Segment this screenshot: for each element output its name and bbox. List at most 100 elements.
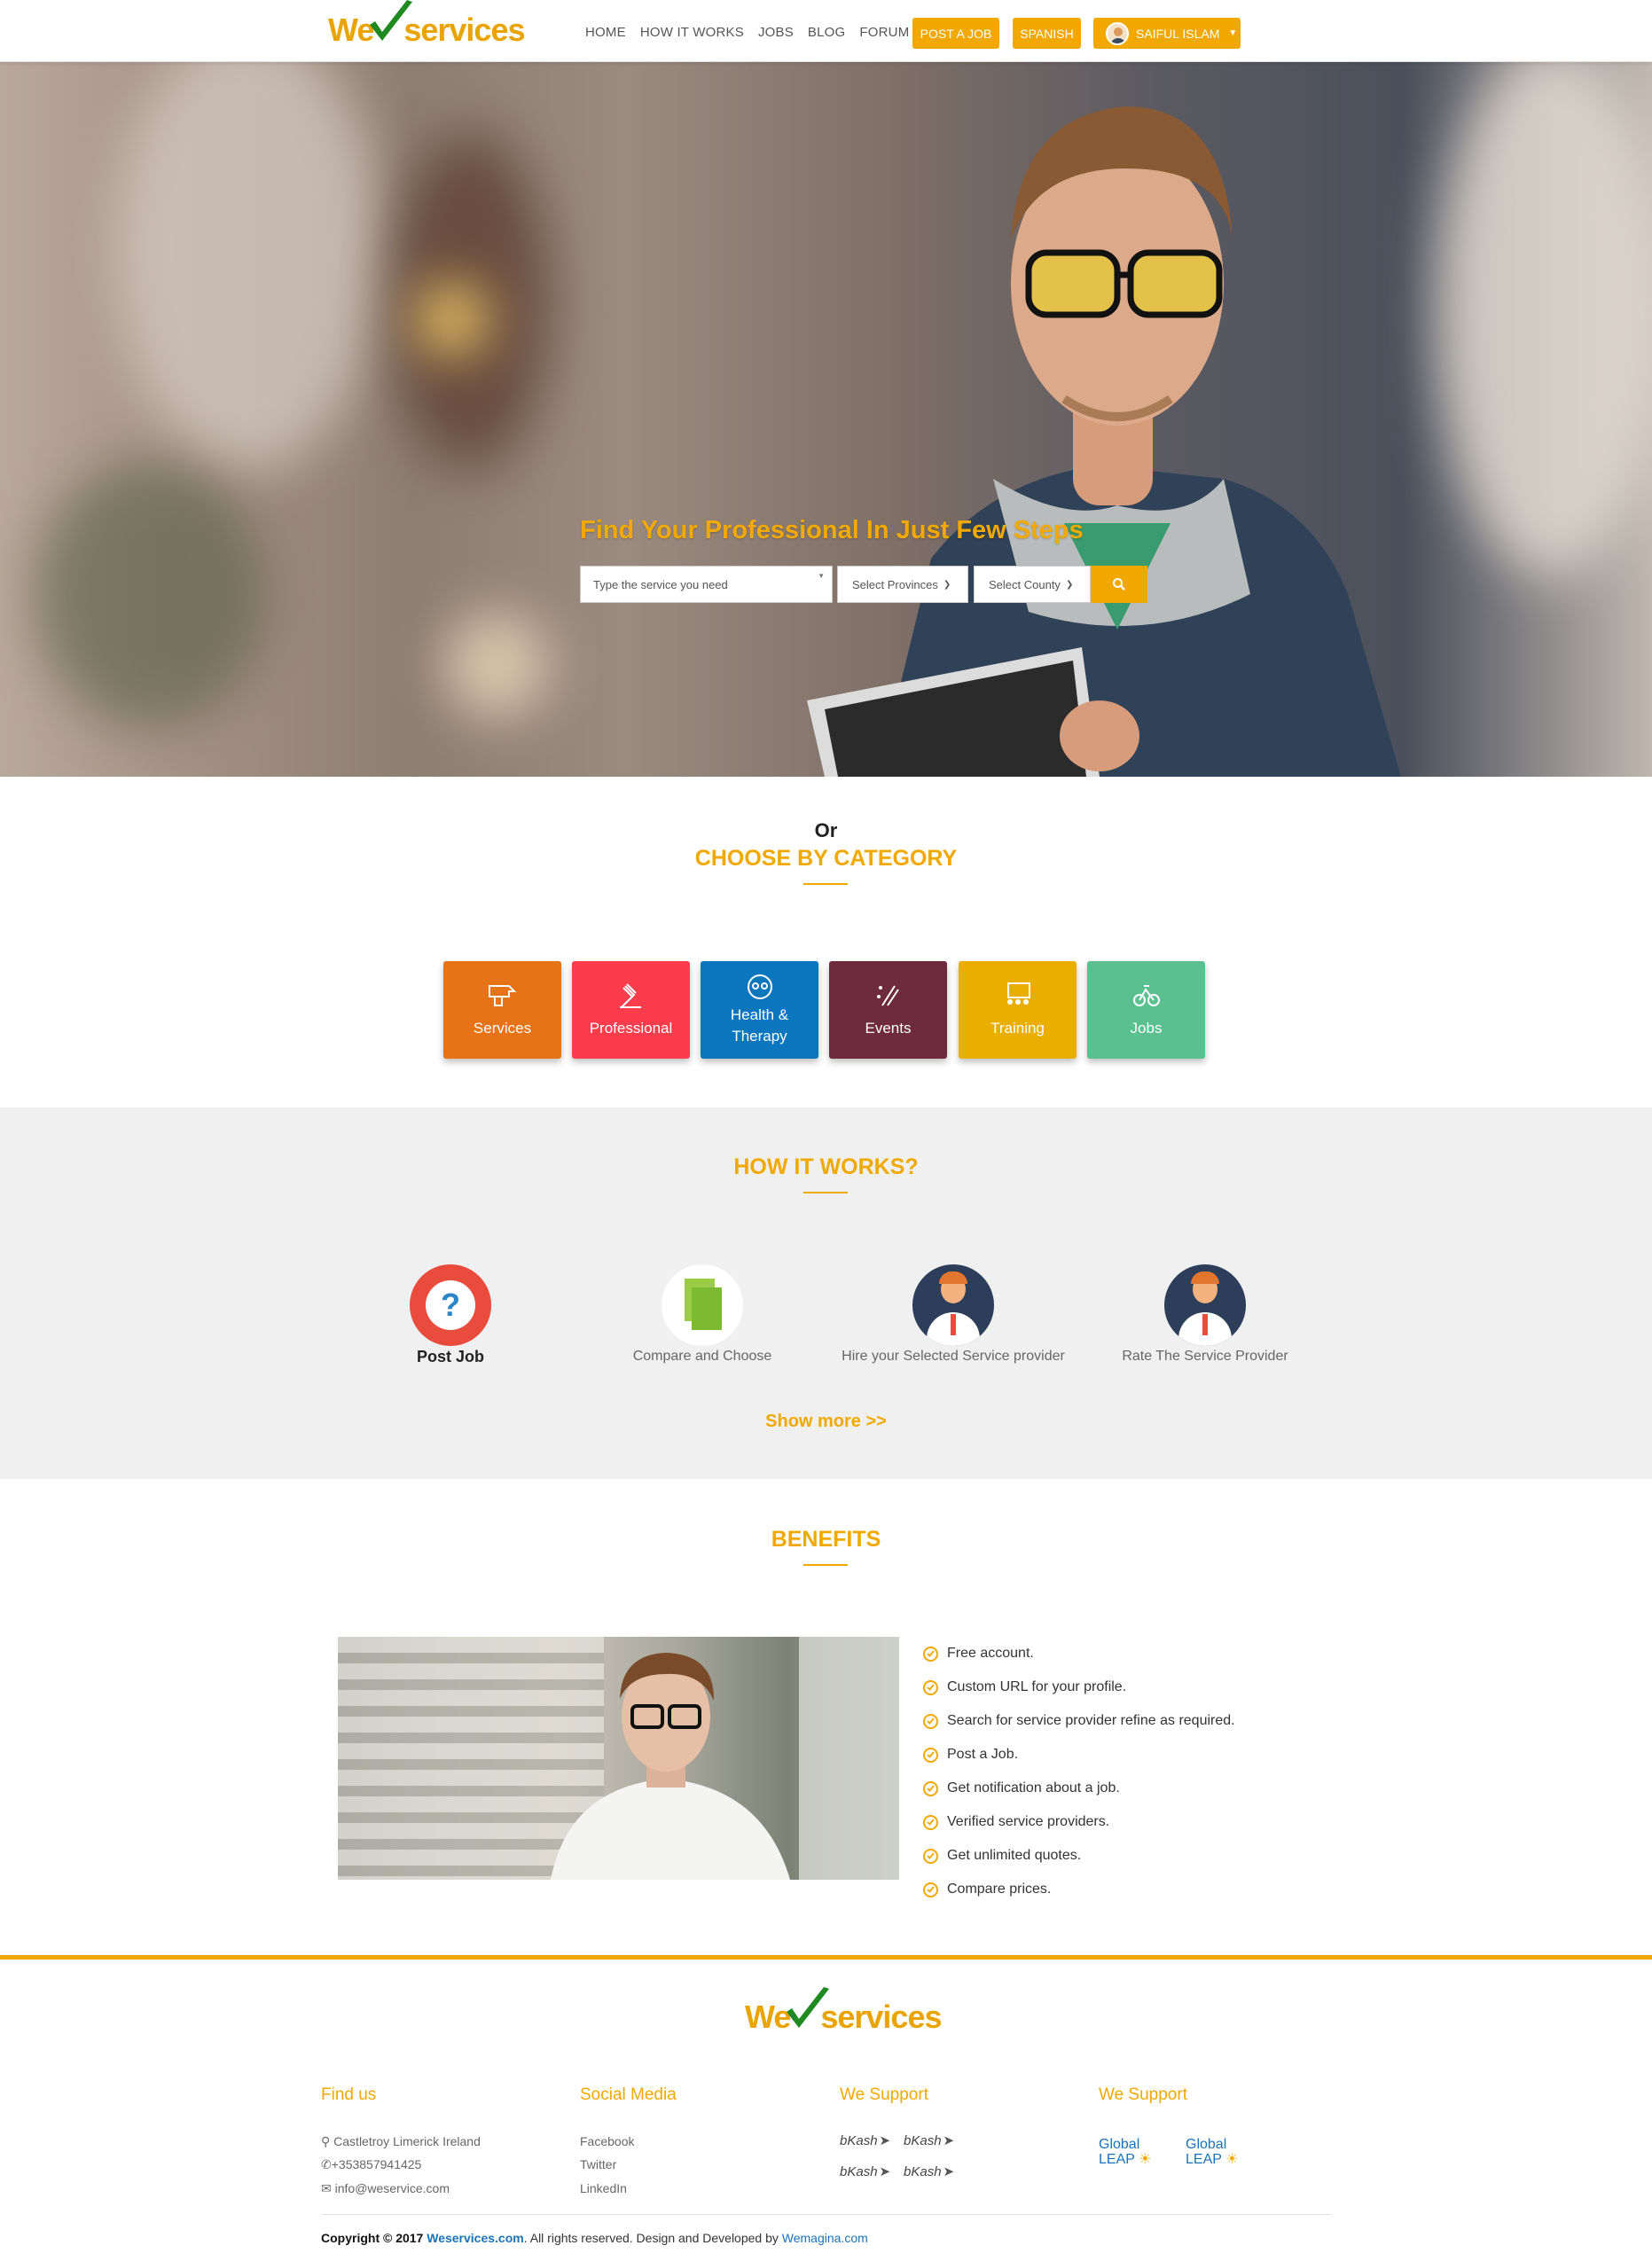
hero-banner: Find Your Professional In Just Few Steps… [0, 62, 1652, 777]
step-rate[interactable]: Rate The Service Provider [1090, 1264, 1320, 1364]
benefit-item: Get notification about a job. [923, 1772, 1235, 1805]
map-marker-icon: ⚲ [321, 2134, 331, 2148]
check-circle-icon [923, 1747, 938, 1763]
category-services[interactable]: Services [443, 961, 561, 1059]
show-more-link[interactable]: Show more >> [0, 1412, 1652, 1432]
global-leap-logo: Global LEAP ☀ [1186, 2137, 1239, 2167]
category-health-therapy[interactable]: Health & Therapy [701, 961, 818, 1059]
footer-accent-bar [0, 1955, 1652, 1960]
nav-home[interactable]: HOME [585, 25, 626, 40]
caret-down-icon: ▼ [1228, 28, 1238, 38]
bird-icon: ➤ [943, 2164, 955, 2179]
nav-forum[interactable]: FORUM [859, 25, 909, 40]
developer-link[interactable]: Wemagina.com [782, 2231, 868, 2245]
drill-icon [488, 985, 516, 1006]
search-placeholder: Type the service you need [593, 577, 728, 591]
chevron-down-icon: ❯ [943, 579, 951, 590]
footer-twitter-link[interactable]: Twitter [580, 2157, 616, 2171]
language-button[interactable]: SPANISH [1013, 18, 1081, 49]
bird-icon: ➤ [879, 2133, 891, 2148]
benefits-list: Free account. Custom URL for your profil… [923, 1637, 1235, 1906]
category-label: Health & Therapy [730, 1006, 789, 1044]
bkash-logo: bKash ➤ [840, 2163, 891, 2180]
check-circle-icon [923, 1646, 938, 1662]
category-professional[interactable]: Professional [572, 961, 690, 1059]
footer-linkedin-link[interactable]: LinkedIn [580, 2181, 627, 2195]
province-select[interactable]: Select Provinces ❯ [837, 566, 968, 603]
user-name: SAIFUL ISLAM [1136, 26, 1220, 41]
step-hire[interactable]: Hire your Selected Service provider [838, 1264, 1069, 1364]
footer-address: ⚲ Castletroy Limerick Ireland [321, 2134, 481, 2148]
sun-icon: ☀ [1139, 2152, 1152, 2167]
check-circle-icon [923, 1713, 938, 1729]
benefit-item: Compare prices. [923, 1873, 1235, 1906]
nav-how-it-works[interactable]: HOW IT WORKS [640, 25, 744, 40]
step-label: Hire your Selected Service provider [842, 1349, 1065, 1364]
category-events[interactable]: Events [829, 961, 947, 1059]
search-icon [1113, 578, 1125, 591]
therapy-icon [747, 974, 772, 999]
search-button[interactable] [1091, 566, 1147, 603]
check-circle-icon [923, 1679, 938, 1695]
title-underline [803, 1564, 848, 1566]
person-icon [1164, 1264, 1246, 1346]
person-icon [912, 1264, 994, 1346]
step-label: Compare and Choose [632, 1349, 772, 1364]
site-link[interactable]: Weservices.com [427, 2231, 523, 2245]
county-select[interactable]: Select County ❯ [974, 566, 1091, 603]
nav-blog[interactable]: BLOG [808, 25, 845, 40]
user-menu-button[interactable]: SAIFUL ISLAM ▼ [1093, 18, 1241, 49]
benefit-item: Custom URL for your profile. [923, 1670, 1235, 1704]
classroom-icon [1006, 982, 1030, 1005]
benefit-item: Post a Job. [923, 1738, 1235, 1772]
checkmark-icon [370, 0, 413, 41]
footer-social-title: Social Media [580, 2085, 677, 2104]
post-job-button[interactable]: POST A JOB [912, 18, 999, 49]
party-icon [876, 985, 899, 1006]
benefit-item: Verified service providers. [923, 1805, 1235, 1839]
copyright-text: Copyright © 2017 Weservices.com. All rig… [321, 2231, 868, 2245]
how-section-title: HOW IT WORKS? [733, 1154, 919, 1179]
category-section-title: CHOOSE BY CATEGORY [694, 846, 958, 871]
bkash-logo: bKash ➤ [904, 2163, 955, 2180]
benefits-photo [338, 1637, 899, 1880]
dropdown-arrow-icon: ▼ [818, 572, 825, 580]
category-label: Jobs [1130, 1020, 1163, 1037]
step-label: Post Job [416, 1348, 484, 1365]
gavel-icon [619, 983, 641, 1008]
footer-divider [321, 2214, 1332, 2215]
nav-jobs[interactable]: JOBS [758, 25, 794, 40]
footer-phone: ✆+353857941425 [321, 2157, 422, 2171]
category-jobs[interactable]: Jobs [1087, 961, 1205, 1059]
check-circle-icon [923, 1780, 938, 1796]
county-select-label: Select County [989, 577, 1061, 591]
step-compare[interactable]: Compare and Choose [587, 1264, 818, 1364]
global-leap-logo: Global LEAP ☀ [1099, 2137, 1152, 2167]
person-photo-illustration [551, 1653, 790, 1880]
footer-facebook-link[interactable]: Facebook [580, 2134, 634, 2148]
step-post-job[interactable]: ? Post Job [335, 1264, 566, 1365]
hero-bg-shape [1437, 62, 1652, 576]
brand-logo[interactable]: We services [328, 0, 526, 57]
category-training[interactable]: Training [959, 961, 1077, 1059]
footer-logo[interactable]: We services [745, 1986, 943, 2048]
footer-support-title: We Support [840, 2085, 928, 2104]
hero-bg-shape [35, 461, 266, 727]
hero-person-illustration [807, 106, 1401, 777]
check-circle-icon [923, 1882, 938, 1897]
service-search-input[interactable]: Type the service you need ▼ [580, 566, 833, 603]
bird-icon: ➤ [879, 2164, 891, 2179]
main-nav: HOME HOW IT WORKS JOBS BLOG FORUM [585, 25, 909, 40]
benefits-section-title: BENEFITS [771, 1527, 881, 1552]
bkash-logo: bKash ➤ [904, 2132, 955, 2149]
bkash-logo: bKash ➤ [840, 2132, 891, 2149]
category-label: Events [865, 1020, 912, 1037]
footer-email[interactable]: ✉ info@weservice.com [321, 2181, 450, 2196]
phone-icon: ✆ [321, 2157, 332, 2171]
category-label: Professional [589, 1020, 673, 1037]
hero-bg-shape [115, 62, 381, 470]
check-circle-icon [923, 1848, 938, 1864]
checkmark-icon [787, 1987, 830, 2028]
hero-bg-light [443, 612, 550, 718]
question-icon: ? [410, 1264, 491, 1346]
